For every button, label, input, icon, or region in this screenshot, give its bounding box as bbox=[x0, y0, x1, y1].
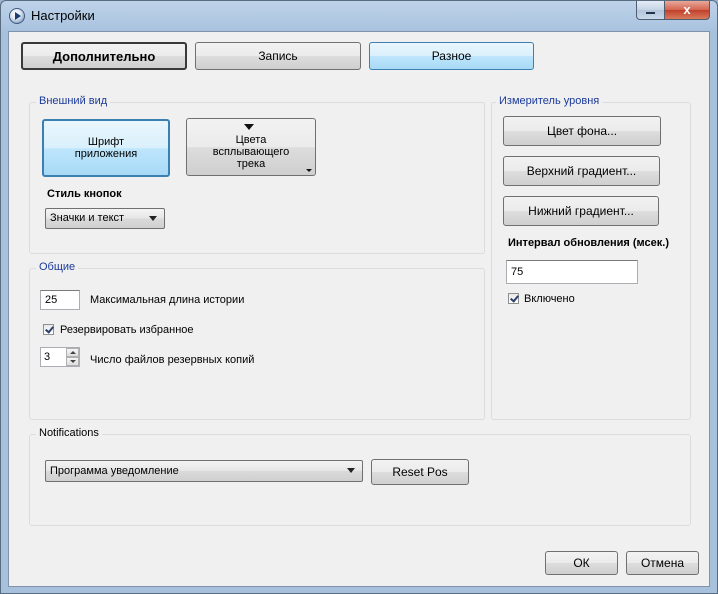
reserve-favorites-checkbox[interactable] bbox=[43, 324, 54, 335]
tab-zapis[interactable]: Запись bbox=[195, 42, 361, 70]
button-style-label: Стиль кнопок bbox=[47, 188, 122, 200]
close-icon: x bbox=[683, 2, 691, 17]
backup-files-value: 3 bbox=[44, 351, 51, 363]
history-length-label: Максимальная длина истории bbox=[90, 294, 245, 306]
bg-color-button[interactable]: Цвет фона... bbox=[503, 116, 661, 146]
meter-enabled-checkbox[interactable] bbox=[508, 293, 519, 304]
update-interval-input[interactable]: 75 bbox=[506, 260, 638, 284]
appearance-group: Внешний вид Шрифт приложения Цвета всплы… bbox=[29, 95, 485, 254]
dropdown-arrow-icon bbox=[244, 124, 254, 130]
button-style-select[interactable]: Значки и текст bbox=[45, 208, 165, 229]
appearance-group-title: Внешний вид bbox=[36, 95, 111, 107]
level-meter-group-title: Измеритель уровня bbox=[496, 95, 603, 107]
reserve-favorites-label: Резервировать избранное bbox=[60, 324, 194, 336]
chevron-down-icon bbox=[347, 468, 355, 473]
app-icon bbox=[9, 8, 25, 24]
window-title: Настройки bbox=[31, 8, 95, 23]
dialog-client-area: Дополнительно Запись Разное Внешний вид … bbox=[8, 31, 710, 587]
popup-track-colors-label: Цвета всплывающего трека bbox=[212, 134, 290, 170]
settings-window: Настройки x Дополнительно Запись Разное … bbox=[0, 0, 718, 594]
meter-enabled-label: Включено bbox=[524, 293, 575, 305]
popup-track-colors-button[interactable]: Цвета всплывающего трека bbox=[186, 118, 316, 176]
notification-program-value: Программа уведомление bbox=[50, 465, 179, 477]
notification-program-select[interactable]: Программа уведомление bbox=[45, 460, 363, 482]
tab-dopolnitelno[interactable]: Дополнительно bbox=[21, 42, 187, 70]
update-interval-label: Интервал обновления (мсек.) bbox=[508, 237, 670, 249]
ok-button[interactable]: ОК bbox=[545, 551, 618, 575]
level-meter-group: Измеритель уровня Цвет фона... Верхний г… bbox=[491, 95, 691, 420]
notifications-group-title: Notifications bbox=[36, 427, 102, 439]
close-button[interactable]: x bbox=[664, 1, 710, 20]
app-font-button[interactable]: Шрифт приложения bbox=[42, 119, 170, 177]
stepper-buttons bbox=[66, 348, 79, 366]
backup-files-label: Число файлов резервных копий bbox=[90, 354, 255, 366]
stepper-down-icon[interactable] bbox=[66, 357, 79, 366]
notifications-group: Notifications Программа уведомление Rese… bbox=[29, 427, 691, 526]
small-dropdown-arrow-icon bbox=[306, 169, 312, 172]
tab-raznoe[interactable]: Разное bbox=[369, 42, 534, 70]
top-gradient-button[interactable]: Верхний градиент... bbox=[503, 156, 660, 186]
general-group: Общие 25 Максимальная длина истории Резе… bbox=[29, 261, 485, 420]
title-bar[interactable]: Настройки x bbox=[1, 1, 717, 31]
reset-pos-button[interactable]: Reset Pos bbox=[371, 459, 469, 485]
bottom-gradient-button[interactable]: Нижний градиент... bbox=[503, 196, 659, 226]
cancel-button[interactable]: Отмена bbox=[626, 551, 699, 575]
minimize-button[interactable] bbox=[636, 1, 664, 20]
chevron-down-icon bbox=[149, 216, 157, 221]
history-length-input[interactable]: 25 bbox=[40, 290, 80, 310]
stepper-up-icon[interactable] bbox=[66, 348, 79, 357]
backup-files-stepper[interactable]: 3 bbox=[40, 347, 80, 367]
general-group-title: Общие bbox=[36, 261, 79, 273]
button-style-value: Значки и текст bbox=[50, 212, 125, 224]
